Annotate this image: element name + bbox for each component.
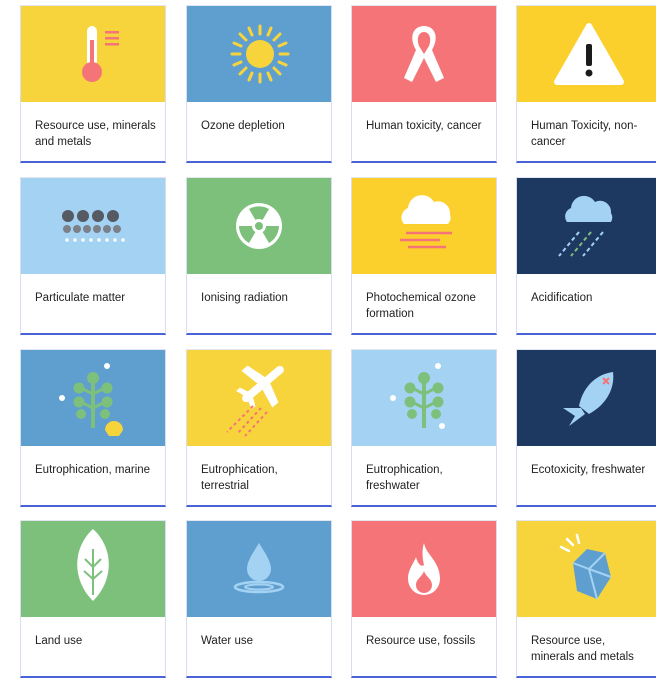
card-image (352, 350, 496, 446)
card-eutrophication-freshwater[interactable]: Eutrophication, freshwater (351, 349, 497, 507)
card-label: Ozone depletion (201, 120, 285, 132)
card-label: Resource use, minerals and metals (531, 635, 634, 663)
card-label: Eutrophication, marine (35, 464, 151, 476)
card-image (517, 178, 656, 274)
card-image (21, 178, 165, 274)
card-label: Photochemical ozone formation (366, 292, 476, 320)
warning-icon (554, 23, 624, 85)
card-water-use[interactable]: Water use (186, 520, 332, 678)
card-image (517, 350, 656, 446)
sun-icon (230, 24, 290, 84)
card-image (352, 521, 496, 617)
airplane-icon (226, 365, 284, 437)
card-resource-use-minerals[interactable]: Resource use, minerals and metals (20, 5, 166, 163)
card-image (21, 350, 165, 446)
card-eutrophication-terrestrial[interactable]: Eutrophication, terrestrial (186, 349, 332, 507)
card-ionising-radiation[interactable]: Ionising radiation (186, 177, 332, 335)
card-label: Acidification (531, 292, 593, 304)
gem-icon (559, 533, 612, 600)
card-image (517, 521, 656, 617)
card-label: Eutrophication, terrestrial (201, 464, 278, 492)
card-image (187, 521, 331, 617)
smog-cloud-icon (400, 195, 452, 249)
card-label: Resource use, fossils (366, 635, 476, 647)
card-photochemical-ozone[interactable]: Photochemical ozone formation (351, 177, 497, 335)
card-particulate-matter[interactable]: Particulate matter (20, 177, 166, 335)
card-ozone-depletion[interactable]: Ozone depletion (186, 5, 332, 163)
ribbon-icon (404, 26, 444, 82)
card-human-toxicity-non-cancer[interactable]: Human Toxicity, non-cancer (516, 5, 656, 163)
acid-rain-icon (558, 195, 613, 257)
card-label: Land use (35, 635, 83, 647)
card-image (21, 521, 165, 617)
card-image (187, 6, 331, 102)
card-image (517, 6, 656, 102)
fish-icon (563, 372, 614, 426)
card-resource-use-minerals-metals[interactable]: Resource use, minerals and metals (516, 520, 656, 678)
card-label: Eutrophication, freshwater (366, 464, 443, 492)
leaf-icon (77, 529, 109, 601)
card-human-toxicity-cancer[interactable]: Human toxicity, cancer (351, 5, 497, 163)
card-image (187, 178, 331, 274)
card-image (21, 6, 165, 102)
card-land-use[interactable]: Land use (20, 520, 166, 678)
card-image (352, 178, 496, 274)
card-image (187, 350, 331, 446)
card-acidification[interactable]: Acidification (516, 177, 656, 335)
card-label: Particulate matter (35, 292, 126, 304)
water-drop-icon (233, 543, 285, 594)
radiation-icon (236, 203, 282, 249)
card-label: Ionising radiation (201, 292, 288, 304)
card-label: Water use (201, 635, 253, 647)
card-label: Ecotoxicity, freshwater (531, 464, 646, 476)
card-label: Resource use, minerals and metals (35, 120, 156, 148)
card-label: Human toxicity, cancer (366, 120, 482, 132)
card-resource-use-fossils[interactable]: Resource use, fossils (351, 520, 497, 678)
particles-icon (62, 210, 125, 242)
card-eutrophication-marine[interactable]: Eutrophication, marine (20, 349, 166, 507)
thermometer-icon (82, 26, 119, 82)
card-ecotoxicity-freshwater[interactable]: Ecotoxicity, freshwater (516, 349, 656, 507)
fire-icon (408, 543, 440, 595)
card-image (352, 6, 496, 102)
algae-shell-icon (59, 363, 123, 436)
algae-icon (390, 363, 445, 429)
card-label: Human Toxicity, non-cancer (531, 120, 638, 148)
